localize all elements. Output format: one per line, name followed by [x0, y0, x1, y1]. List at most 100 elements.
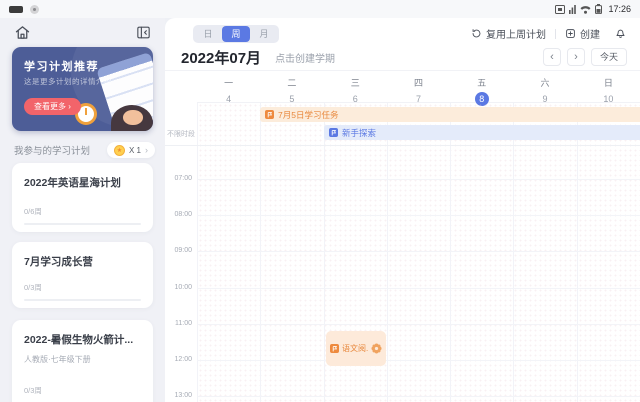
collapse-sidebar-icon[interactable] — [135, 24, 152, 41]
allday-event-newbie-explore[interactable]: 新手探索 — [324, 125, 640, 140]
allday-event-study-task[interactable]: 7月5日学习任务 — [260, 107, 640, 122]
hour-gridline — [197, 215, 640, 216]
sidebar-top-bar — [14, 22, 152, 42]
promo-title: 学习计划推荐 — [24, 61, 99, 73]
history-icon — [472, 29, 481, 38]
battery-icon — [595, 4, 603, 14]
allday-section-label: 不限时段 — [167, 131, 195, 138]
weekday-label: 六 — [540, 78, 550, 88]
notifications-button[interactable] — [614, 26, 627, 42]
allday-divider — [165, 145, 640, 146]
hour-gridline — [197, 251, 640, 252]
timed-event-chinese-reading[interactable]: 语文阅... — [326, 331, 386, 366]
calendar-nav: ‹ › 今天 — [542, 48, 627, 66]
progress-bar — [24, 223, 141, 225]
person-face-illustration — [123, 110, 143, 125]
my-plans-label: 我参与的学习计划 — [14, 146, 91, 157]
hour-gridline — [197, 179, 640, 180]
hour-label: 12:00 — [174, 356, 192, 363]
chevron-right-icon: › — [145, 145, 148, 155]
calendar-header: 2022年07月 点击创建学期 ‹ › 今天 — [181, 45, 627, 69]
status-left — [9, 4, 39, 14]
today-button[interactable]: 今天 — [590, 48, 627, 66]
prev-week-button[interactable]: ‹ — [542, 48, 561, 66]
plan-subtitle: 人教版·七年级下册 — [24, 355, 91, 365]
day-header-row: 一 4 二 5 三 6 四 7 五 8 六 9 日 10 — [197, 71, 640, 106]
day-column — [386, 103, 450, 402]
see-more-button[interactable]: 查看更多 › — [24, 98, 81, 115]
plan-title: 2022年英语星海计划 — [24, 177, 121, 189]
tab-week[interactable]: 周 — [222, 25, 250, 42]
my-plans-section-header: 我参与的学习计划 ★ X 1 › — [14, 141, 155, 159]
home-icon[interactable] — [14, 24, 31, 41]
weekday-label: 三 — [350, 78, 360, 88]
wifi-icon — [580, 5, 591, 14]
hour-label: 13:00 — [174, 392, 192, 399]
create-term-hint[interactable]: 点击创建学期 — [275, 50, 335, 65]
sidebar: 学习计划推荐 这是更多计划的详情介绍 查看更多 › 我参与的学习计划 ★ X 1… — [0, 18, 165, 402]
allday-event-label: 7月5日学习任务 — [278, 109, 339, 120]
hour-label: 11:00 — [175, 320, 192, 327]
next-week-button[interactable]: › — [566, 48, 585, 66]
hour-label: 09:00 — [174, 247, 192, 254]
week-grid: 一 4 二 5 三 6 四 7 五 8 六 9 日 10 不限时段 7月5日学习… — [165, 70, 640, 402]
plan-progress: 0/3周 — [24, 283, 42, 292]
day-header-sat[interactable]: 六 9 — [513, 71, 576, 104]
status-bar: 17:26 — [0, 0, 640, 18]
toolbar-actions: 复用上周计划 创建 — [471, 26, 627, 42]
promo-card[interactable]: 学习计划推荐 这是更多计划的详情介绍 查看更多 › — [12, 47, 153, 131]
promo-subtitle: 这是更多计划的详情介绍 — [24, 77, 112, 86]
hour-gridline — [197, 288, 640, 289]
cast-icon — [555, 4, 566, 14]
month-title: 2022年07月 — [181, 49, 262, 67]
explore-chip-icon — [329, 128, 338, 137]
signal-icon — [569, 4, 577, 14]
day-header-tue[interactable]: 二 5 — [260, 71, 323, 104]
app-screen: 17:26 学习计划推荐 这是更多计划的详情介绍 查看更多 › 我参与的学习计划… — [0, 0, 640, 402]
day-column — [576, 103, 640, 402]
weekday-label: 一 — [224, 78, 234, 88]
event-label: 语文阅... — [342, 344, 368, 353]
allday-event-label: 新手探索 — [342, 127, 377, 138]
medal-badge[interactable]: ★ X 1 › — [106, 142, 155, 158]
hour-gridline — [197, 360, 640, 361]
divider — [555, 28, 556, 39]
plan-card[interactable]: 7月学习成长营 0/3周 — [12, 242, 153, 308]
plan-progress: 0/6周 — [24, 207, 42, 216]
tab-month[interactable]: 月 — [250, 26, 278, 42]
hour-label: 10:00 — [174, 284, 192, 291]
plan-title: 2022-暑假生物火箭计... — [24, 334, 134, 346]
medal-count: X 1 — [128, 145, 141, 155]
day-header-thu[interactable]: 四 7 — [387, 71, 450, 104]
day-column — [450, 103, 513, 402]
day-header-sun[interactable]: 日 10 — [577, 71, 640, 104]
calendar-panel: 日 周 月 复用上周计划 创建 2022年07月 点击创建学期 ‹ › 今天 一… — [165, 18, 640, 402]
day-column — [198, 103, 260, 402]
reuse-label: 复用上周计划 — [486, 30, 546, 41]
day-header-fri-today[interactable]: 五 8 — [450, 71, 513, 106]
camera-pill-icon — [9, 5, 23, 13]
hour-label: 07:00 — [174, 175, 192, 182]
tab-day[interactable]: 日 — [194, 26, 222, 42]
plan-card[interactable]: 2022年英语星海计划 0/6周 — [12, 163, 153, 232]
day-header-mon[interactable]: 一 4 — [197, 71, 260, 104]
day-column — [513, 103, 576, 402]
view-toolbar: 日 周 月 复用上周计划 创建 — [181, 24, 627, 43]
event-chip-icon — [330, 344, 339, 353]
view-switcher: 日 周 月 — [193, 24, 279, 43]
status-right: 17:26 — [555, 4, 631, 14]
weekday-label: 四 — [413, 78, 423, 88]
clock-time: 17:26 — [608, 4, 631, 14]
reuse-last-week-button[interactable]: 复用上周计划 — [471, 26, 546, 41]
camera-dot-icon — [30, 4, 39, 14]
hour-gridline — [197, 324, 640, 325]
plus-square-icon — [566, 29, 575, 38]
day-header-wed[interactable]: 三 6 — [324, 71, 387, 104]
plan-card[interactable]: 2022-暑假生物火箭计... 人教版·七年级下册 0/3周 — [12, 320, 153, 402]
flower-badge-icon — [371, 343, 382, 354]
progress-bar — [24, 299, 141, 301]
create-button[interactable]: 创建 — [565, 26, 600, 41]
hour-label: 08:00 — [174, 211, 192, 218]
weekday-label: 二 — [287, 78, 297, 88]
plan-title: 7月学习成长营 — [24, 256, 93, 268]
